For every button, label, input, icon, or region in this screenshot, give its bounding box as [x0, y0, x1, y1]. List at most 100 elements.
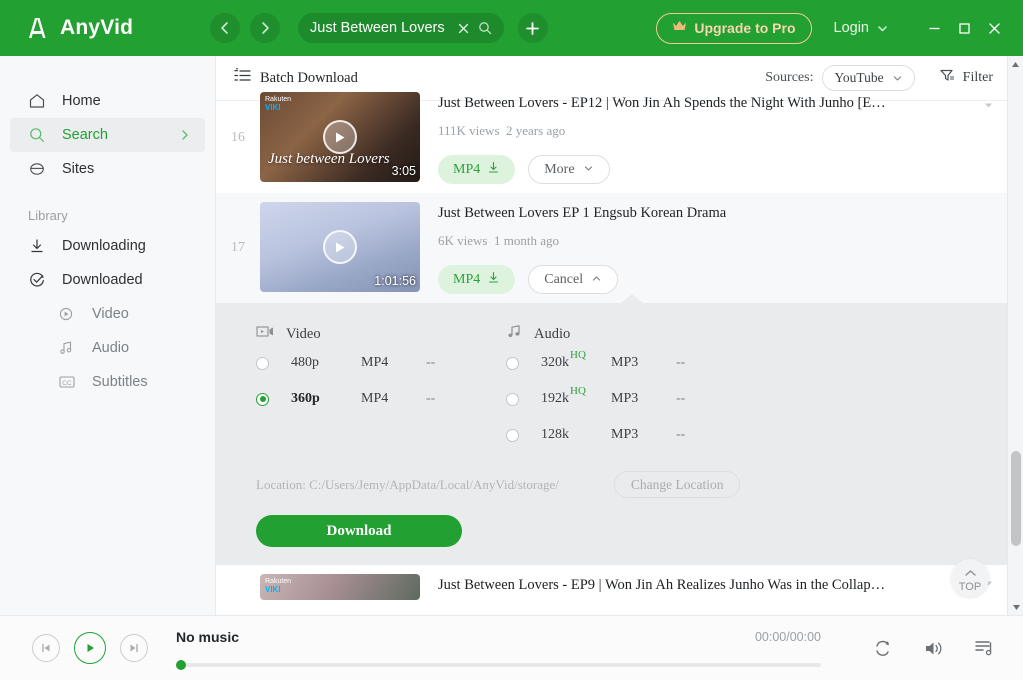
play-icon[interactable] — [323, 120, 357, 154]
login-button[interactable]: Login — [834, 20, 889, 36]
sidebar: Home Search Sites Library — [0, 56, 216, 615]
format-radio[interactable] — [256, 357, 269, 370]
audio-format-header: Audio — [506, 323, 806, 345]
caret-up-icon — [1011, 61, 1020, 68]
video-title[interactable]: Just Between Lovers - EP9 | Won Jin Ah R… — [438, 574, 997, 594]
close-button[interactable] — [979, 13, 1009, 43]
sidebar-item-home[interactable]: Home — [10, 84, 205, 118]
more-button[interactable]: More — [528, 155, 609, 184]
previous-button[interactable] — [32, 634, 60, 662]
maximize-button[interactable] — [949, 13, 979, 43]
sidebar-item-label: Subtitles — [92, 374, 148, 390]
close-icon[interactable] — [457, 22, 470, 35]
sidebar-item-subtitles[interactable]: CC Subtitles — [10, 365, 205, 399]
sidebar-item-sites[interactable]: Sites — [10, 152, 205, 186]
chevron-down-icon — [876, 22, 889, 35]
sidebar-item-video[interactable]: Video — [10, 297, 205, 331]
sidebar-item-label: Downloaded — [62, 272, 143, 288]
repeat-icon[interactable] — [873, 638, 893, 658]
cancel-button[interactable]: Cancel — [528, 265, 618, 294]
close-icon — [987, 21, 1002, 36]
download-button[interactable]: Download — [256, 515, 462, 547]
search-icon — [28, 126, 50, 144]
format-columns: Video 480p MP4 -- 360p MP4 -- — [216, 323, 1007, 453]
cc-icon: CC — [58, 374, 80, 390]
play-circle-icon — [58, 306, 80, 322]
format-option-row[interactable]: 192kHQ MP3 -- — [506, 381, 806, 417]
play-button[interactable] — [74, 632, 106, 664]
location-row: Location: C:/Users/Jemy/AppData/Local/An… — [216, 471, 1007, 498]
viki-watermark: RakutenVIKI — [265, 96, 291, 112]
format-radio[interactable] — [506, 357, 519, 370]
playlist-icon[interactable] — [974, 638, 995, 658]
vertical-scrollbar[interactable] — [1007, 56, 1023, 615]
scroll-up-button[interactable] — [1008, 56, 1023, 72]
format-container: MP4 — [361, 391, 426, 407]
now-playing: No music 00:00/00:00 — [176, 629, 821, 667]
video-meta: 6K views 1 month ago — [438, 233, 997, 249]
play-icon[interactable] — [323, 230, 357, 264]
chevron-down-icon — [583, 161, 594, 179]
scroll-to-top-label: TOP — [959, 581, 981, 593]
skip-previous-icon — [39, 641, 53, 655]
format-container: MP3 — [611, 427, 676, 443]
forward-button[interactable] — [250, 13, 280, 43]
sidebar-item-label: Sites — [62, 161, 94, 177]
video-title[interactable]: Just Between Lovers EP 1 Engsub Korean D… — [438, 202, 997, 222]
search-icon[interactable] — [478, 21, 492, 35]
format-option-row[interactable]: 128k MP3 -- — [506, 417, 806, 453]
mp4-label: MP4 — [453, 162, 480, 178]
progress-slider[interactable] — [176, 663, 821, 667]
row-number: 17 — [216, 202, 260, 294]
upgrade-to-pro-button[interactable]: Upgrade to Pro — [656, 13, 811, 44]
audio-label: Audio — [534, 326, 570, 343]
format-container: MP3 — [611, 355, 676, 371]
format-size: -- — [676, 427, 685, 443]
progress-knob[interactable] — [176, 660, 186, 670]
sidebar-item-search[interactable]: Search — [10, 118, 205, 152]
sidebar-item-audio[interactable]: Audio — [10, 331, 205, 365]
volume-icon[interactable] — [923, 639, 944, 658]
next-button[interactable] — [120, 634, 148, 662]
plus-icon — [524, 20, 541, 37]
format-option-row[interactable]: 360p MP4 -- — [256, 381, 506, 417]
skip-next-icon — [127, 641, 141, 655]
sidebar-item-downloaded[interactable]: Downloaded — [10, 263, 205, 297]
search-tab[interactable]: Just Between Lovers — [298, 13, 504, 43]
now-playing-title: No music — [176, 629, 239, 645]
video-views: 6K views — [438, 233, 487, 248]
row-actions: MP4 Cancel — [438, 265, 997, 294]
video-duration: 1:01:56 — [374, 274, 416, 288]
more-label: More — [544, 162, 574, 178]
video-thumbnail[interactable]: RakutenVIKI Just between Lovers 3:05 — [260, 92, 420, 182]
mp4-download-button[interactable]: MP4 — [438, 155, 515, 184]
scrollbar-thumb[interactable] — [1011, 451, 1021, 546]
sidebar-item-label: Search — [62, 127, 108, 143]
table-row: RakutenVIKI Just Between Lovers - EP9 | … — [216, 565, 1007, 600]
format-size: -- — [426, 355, 435, 371]
change-location-button[interactable]: Change Location — [614, 471, 741, 498]
chevron-left-icon — [217, 20, 233, 36]
mp4-label: MP4 — [453, 272, 480, 288]
format-option-row[interactable]: 320kHQ MP3 -- — [506, 345, 806, 381]
scroll-down-button[interactable] — [1008, 599, 1023, 615]
sidebar-item-downloading[interactable]: Downloading — [10, 229, 205, 263]
video-thumbnail[interactable]: 1:01:56 — [260, 202, 420, 292]
hq-badge: HQ — [570, 349, 586, 361]
panel-arrow — [621, 294, 643, 303]
playback-time: 00:00/00:00 — [755, 630, 821, 644]
sidebar-item-label: Video — [92, 306, 129, 322]
format-option-row[interactable]: 480p MP4 -- — [256, 345, 506, 381]
scroll-to-top-button[interactable]: TOP — [951, 559, 989, 597]
format-radio[interactable] — [506, 429, 519, 442]
format-radio[interactable] — [256, 393, 269, 406]
video-title[interactable]: Just Between Lovers - EP12 | Won Jin Ah … — [438, 92, 997, 112]
back-button[interactable] — [210, 13, 240, 43]
mp4-download-button[interactable]: MP4 — [438, 265, 515, 294]
row-expand-chevron-down-icon[interactable] — [982, 99, 995, 117]
video-thumbnail[interactable]: RakutenVIKI — [260, 574, 420, 600]
format-radio[interactable] — [506, 393, 519, 406]
add-tab-button[interactable] — [518, 13, 548, 43]
home-icon — [28, 92, 50, 110]
minimize-button[interactable] — [919, 13, 949, 43]
